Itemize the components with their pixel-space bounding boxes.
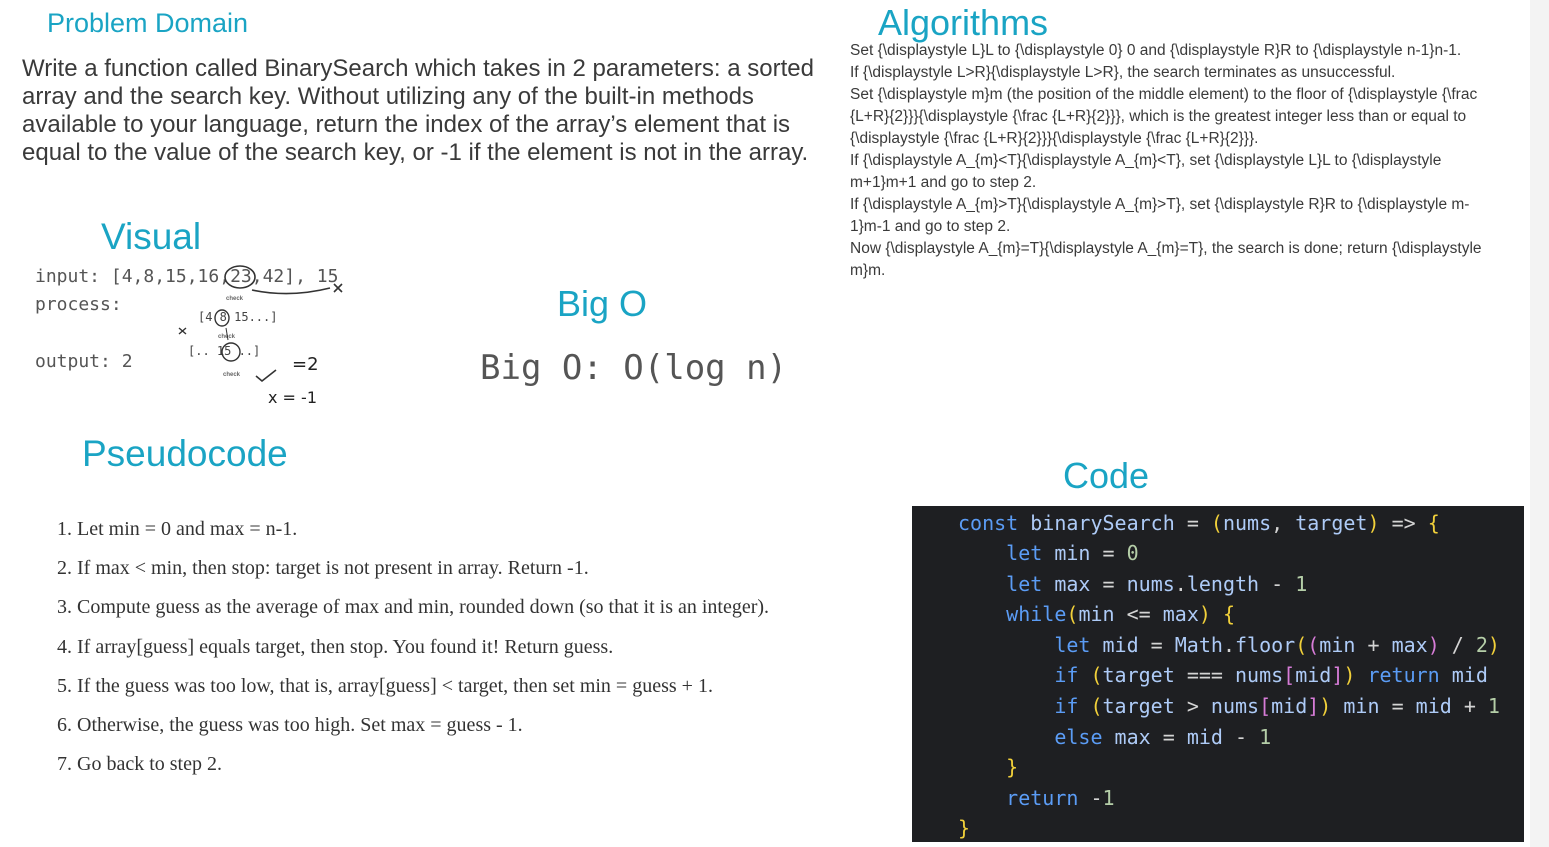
algorithm-step: Set {\displaystyle L}L to {\displaystyle… <box>850 42 1462 59</box>
algorithm-step: If {\displaystyle A_{m}>T}{\displaystyle… <box>850 196 1470 235</box>
code-line: if (target === nums[mid]) return mid <box>1054 663 1488 687</box>
pseudocode-step: 4. If array[guess] equals target, then s… <box>57 635 614 658</box>
algorithm-step: If {\displaystyle L>R}{\displaystyle L>R… <box>850 64 1396 81</box>
handwritten-marks <box>178 265 343 383</box>
visual-sketch: input: [4,8,15,16,23,42], 15 process: ou… <box>30 258 430 418</box>
big-o-text: Big O: O(log n) <box>480 348 788 388</box>
pseudocode-step: 5. If the guess was too low, that is, ar… <box>57 674 713 697</box>
code-line: } <box>958 816 971 840</box>
algorithms-heading: Algorithms <box>878 2 1049 43</box>
code-line: else max = mid - 1 <box>1054 725 1272 749</box>
problem-domain-text: Write a function called BinarySearch whi… <box>22 55 814 166</box>
code-line: if (target > nums[mid]) min = mid + 1 <box>1054 694 1500 718</box>
algorithms-text: Set {\displaystyle L}L to {\displaystyle… <box>850 40 1490 282</box>
code-line: let mid = Math.floor((min + max) / 2) <box>1054 633 1500 657</box>
whiteboard: Problem Domain Write a function called B… <box>0 0 1530 847</box>
algorithm-step: Now {\displaystyle A_{m}=T}{\displaystyl… <box>850 240 1482 279</box>
pseudocode-step: 7. Go back to step 2. <box>57 753 222 776</box>
pseudocode-list: 1. Let min = 0 and max = n-1. 2. If max … <box>57 510 917 784</box>
code-heading: Code <box>1063 455 1150 496</box>
pseudocode-heading: Pseudocode <box>82 433 288 474</box>
problem-domain-heading: Problem Domain <box>47 8 249 38</box>
code-line: while(min <= max) { <box>1006 602 1236 626</box>
algorithm-step: Set {\displaystyle m}m (the position of … <box>850 86 1478 147</box>
code-block: const binarySearch = (nums, target) => {… <box>912 506 1524 842</box>
pseudocode-step: 1. Let min = 0 and max = n-1. <box>57 518 298 540</box>
visual-heading: Visual <box>101 216 202 257</box>
pseudocode-step: 6. Otherwise, the guess was too high. Se… <box>57 713 523 736</box>
big-o-heading: Big O <box>557 283 648 324</box>
pseudocode-step: 3. Compute guess as the average of max a… <box>57 596 770 619</box>
code-line: let min = 0 <box>1006 541 1139 565</box>
code-line: return -1 <box>1006 786 1115 810</box>
algorithm-step: If {\displaystyle A_{m}<T}{\displaystyle… <box>850 152 1442 191</box>
code-line: let max = nums.length - 1 <box>1006 572 1308 596</box>
pseudocode-step: 2. If max < min, then stop: target is no… <box>57 557 589 580</box>
code-line: } <box>1006 755 1019 779</box>
code-line: const binarySearch = (nums, target) => { <box>958 511 1440 535</box>
